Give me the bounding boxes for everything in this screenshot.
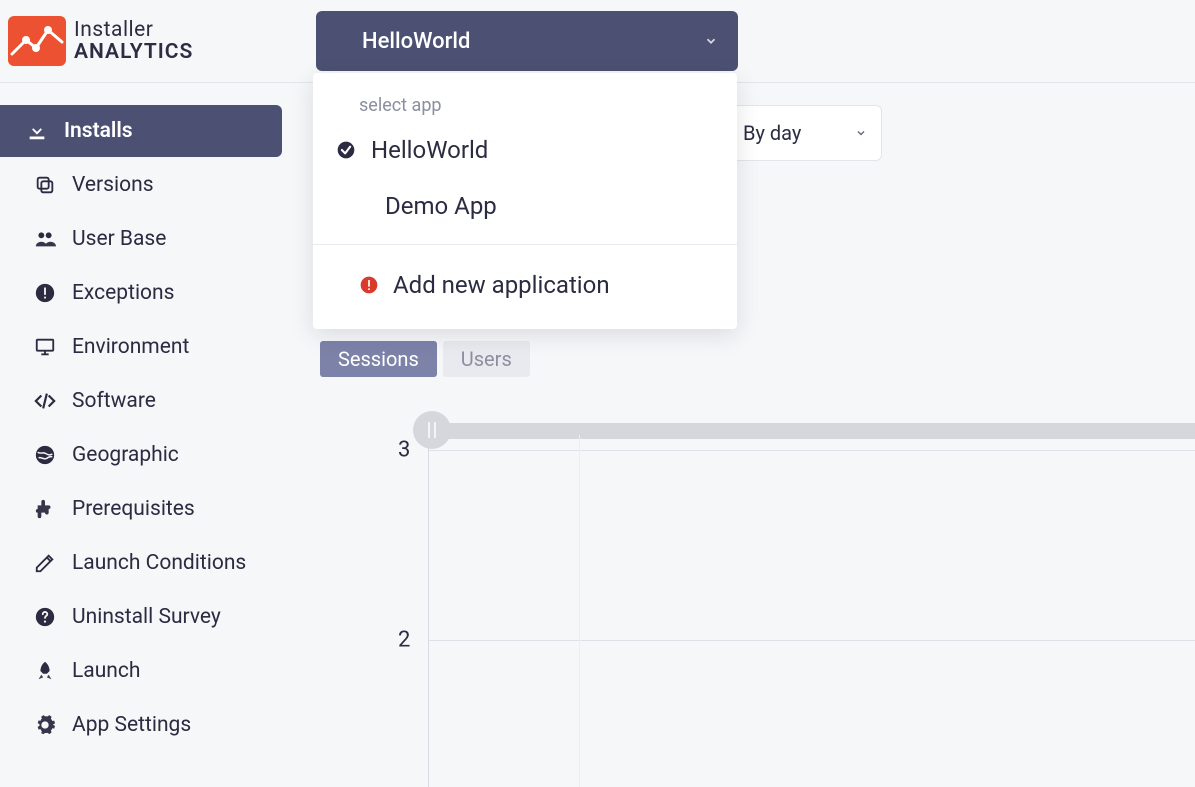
app-selector-dropdown: select app HelloWorld Demo App Add new a… bbox=[313, 73, 737, 329]
sidebar-item-software[interactable]: Software bbox=[8, 375, 292, 427]
copy-icon bbox=[32, 174, 58, 196]
chart-plot bbox=[428, 435, 1195, 787]
tab-label: Users bbox=[461, 347, 512, 371]
monitor-icon bbox=[32, 336, 58, 358]
sidebar-item-launch[interactable]: Launch bbox=[8, 645, 292, 697]
check-circle-icon bbox=[335, 139, 357, 161]
sidebar-item-label: Prerequisites bbox=[72, 497, 195, 521]
app-option-label: Demo App bbox=[385, 192, 497, 220]
tab-label: Sessions bbox=[338, 347, 419, 371]
add-new-application[interactable]: Add new application bbox=[313, 245, 737, 329]
sidebar-item-label: Launch bbox=[72, 659, 140, 683]
app-option-helloworld[interactable]: HelloWorld bbox=[313, 126, 737, 182]
sidebar-item-label: Installs bbox=[64, 119, 133, 143]
sidebar-item-label: Software bbox=[72, 389, 156, 413]
add-new-application-label: Add new application bbox=[393, 271, 610, 299]
tab-sessions[interactable]: Sessions bbox=[320, 341, 437, 377]
sidebar-item-userbase[interactable]: User Base bbox=[8, 213, 292, 265]
app-selector-value: HelloWorld bbox=[362, 29, 470, 54]
sidebar-item-label: Versions bbox=[72, 173, 154, 197]
gridline-v bbox=[579, 435, 580, 787]
rocket-icon bbox=[32, 660, 58, 682]
edit-icon bbox=[32, 552, 58, 574]
chart-area: 3 2 bbox=[320, 395, 1195, 787]
brand-logo: Installer ANALYTICS bbox=[8, 16, 312, 66]
brand-logo-icon bbox=[8, 16, 66, 66]
tabs: Sessions Users bbox=[320, 341, 530, 377]
sidebar-item-label: Environment bbox=[72, 335, 189, 359]
chevron-down-icon bbox=[704, 34, 718, 48]
sidebar-item-launchconditions[interactable]: Launch Conditions bbox=[8, 537, 292, 589]
sidebar-item-geographic[interactable]: Geographic bbox=[8, 429, 292, 481]
sidebar-item-installs[interactable]: Installs bbox=[0, 105, 282, 157]
y-tick-2: 2 bbox=[398, 628, 410, 653]
sidebar-item-exceptions[interactable]: Exceptions bbox=[8, 267, 292, 319]
gridline-h bbox=[429, 640, 1195, 641]
sidebar-item-label: Geographic bbox=[72, 443, 179, 467]
sidebar-item-label: Launch Conditions bbox=[72, 551, 246, 575]
puzzle-icon bbox=[32, 498, 58, 520]
gridline-h bbox=[429, 450, 1195, 451]
sidebar-item-prerequisites[interactable]: Prerequisites bbox=[8, 483, 292, 535]
brand-line1: Installer bbox=[74, 19, 193, 41]
globe-icon bbox=[32, 444, 58, 466]
sidebar-item-label: User Base bbox=[72, 227, 166, 251]
sidebar-item-environment[interactable]: Environment bbox=[8, 321, 292, 373]
users-icon bbox=[32, 228, 58, 250]
brand-line2: ANALYTICS bbox=[74, 41, 193, 63]
y-tick-3: 3 bbox=[398, 438, 410, 463]
granularity-label: By day bbox=[743, 121, 801, 145]
download-icon bbox=[24, 120, 50, 142]
app-option-label: HelloWorld bbox=[371, 136, 488, 164]
sidebar-item-versions[interactable]: Versions bbox=[8, 159, 292, 211]
code-icon bbox=[32, 390, 58, 412]
sidebar-item-label: Exceptions bbox=[72, 281, 174, 305]
tab-users[interactable]: Users bbox=[443, 341, 530, 377]
sidebar-item-uninstallsurvey[interactable]: Uninstall Survey bbox=[8, 591, 292, 643]
chart-scroll-handle[interactable] bbox=[413, 411, 451, 449]
chevron-down-icon bbox=[855, 127, 867, 139]
help-circle-icon bbox=[32, 606, 58, 628]
sidebar: Installs Versions User Base Exceptions E bbox=[0, 83, 300, 787]
gear-icon bbox=[32, 714, 58, 736]
sidebar-item-label: Uninstall Survey bbox=[72, 605, 221, 629]
app-selector[interactable]: HelloWorld bbox=[316, 11, 738, 71]
granularity-select[interactable]: By day bbox=[724, 105, 882, 161]
app-option-demoapp[interactable]: Demo App bbox=[313, 182, 737, 238]
app-selector-hint: select app bbox=[313, 95, 737, 126]
sidebar-item-label: App Settings bbox=[72, 713, 191, 737]
alert-circle-icon bbox=[32, 282, 58, 304]
alert-circle-icon bbox=[359, 275, 379, 295]
sidebar-item-appsettings[interactable]: App Settings bbox=[8, 699, 292, 751]
